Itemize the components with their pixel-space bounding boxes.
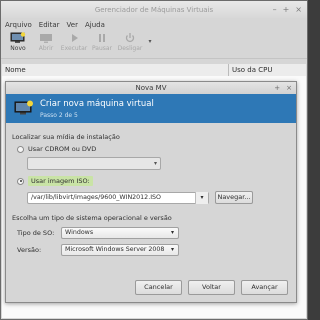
chevron-down-icon: ▾ bbox=[148, 38, 152, 45]
column-name[interactable]: Nome bbox=[2, 64, 229, 76]
minimize-icon[interactable]: – bbox=[273, 5, 277, 14]
wizard-heading: Criar nova máquina virtual bbox=[40, 98, 154, 109]
cdrom-radio[interactable]: Usar CDROM ou DVD bbox=[17, 145, 290, 153]
wizard-banner: Criar nova máquina virtual Passo 2 de 5 bbox=[6, 94, 296, 123]
open-monitor-icon bbox=[38, 32, 54, 43]
play-icon bbox=[66, 32, 82, 43]
cdrom-radio-indicator[interactable] bbox=[17, 145, 24, 153]
iso-radio[interactable]: Usar imagem ISO: bbox=[17, 176, 290, 186]
menu-arquivo[interactable]: Arquivo bbox=[5, 21, 32, 29]
cdrom-radio-label: Usar CDROM ou DVD bbox=[28, 145, 97, 153]
pause-icon bbox=[94, 32, 110, 43]
dialog-titlebar: Nova MV + × bbox=[6, 82, 296, 94]
dialog-close-icon[interactable]: × bbox=[286, 82, 292, 94]
back-button[interactable]: Voltar bbox=[188, 280, 235, 295]
open-label: Abrir bbox=[38, 45, 54, 52]
shutdown-button[interactable]: Desligar bbox=[117, 31, 143, 52]
pause-label: Pausar bbox=[91, 45, 113, 52]
install-media-section-title: Localizar sua mídia de instalação bbox=[12, 133, 120, 141]
chevron-down-icon[interactable]: ▾ bbox=[195, 191, 208, 204]
run-button[interactable]: Executar bbox=[61, 31, 87, 52]
browse-button[interactable]: Navegar... bbox=[215, 191, 253, 204]
new-vm-button[interactable]: Novo bbox=[5, 31, 31, 52]
version-select[interactable]: Microsoft Windows Server 2008 ▾ bbox=[61, 244, 179, 256]
window-title: Gerenciador de Máquinas Virtuais bbox=[94, 5, 214, 14]
wizard-step: Passo 2 de 5 bbox=[40, 111, 78, 119]
vm-list-header: Nome Uso da CPU bbox=[2, 64, 306, 76]
toolbar: Novo Abrir Executar Pausar Desligar ▾ bbox=[1, 31, 307, 59]
window-titlebar: Gerenciador de Máquinas Virtuais – + × bbox=[1, 1, 307, 18]
shutdown-label: Desligar bbox=[117, 45, 143, 52]
dialog-maximize-icon[interactable]: + bbox=[274, 82, 280, 94]
pause-button[interactable]: Pausar bbox=[89, 31, 115, 52]
os-section-title: Escolha um tipo de sistema operacional e… bbox=[12, 214, 172, 222]
cancel-button[interactable]: Cancelar bbox=[135, 280, 182, 295]
version-value: Microsoft Windows Server 2008 bbox=[65, 246, 165, 253]
version-label: Versão: bbox=[17, 246, 42, 254]
new-vm-dialog: Nova MV + × Criar nova máquina virtual P… bbox=[5, 81, 297, 303]
chevron-down-icon: ▾ bbox=[153, 160, 157, 167]
monitor-icon bbox=[10, 31, 26, 43]
power-icon bbox=[122, 32, 138, 43]
maximize-icon[interactable]: + bbox=[283, 5, 290, 14]
column-cpu[interactable]: Uso da CPU bbox=[229, 64, 306, 76]
iso-radio-label: Usar imagem ISO: bbox=[28, 176, 93, 186]
chevron-down-icon: ▾ bbox=[170, 229, 174, 236]
shutdown-dropdown-button[interactable]: ▾ bbox=[145, 31, 155, 45]
cdrom-device-combo[interactable]: ▾ bbox=[27, 157, 161, 170]
chevron-down-icon: ▾ bbox=[170, 246, 174, 253]
close-icon[interactable]: × bbox=[295, 5, 302, 14]
os-type-label: Tipo de SO: bbox=[17, 229, 55, 237]
menu-ajuda[interactable]: Ajuda bbox=[85, 21, 105, 29]
menubar: Arquivo Editar Ver Ajuda bbox=[1, 18, 307, 31]
new-vm-label: Novo bbox=[10, 45, 26, 52]
iso-path-field[interactable]: /var/lib/libvirt/images/9600_WIN2012.ISO… bbox=[27, 191, 209, 204]
forward-button[interactable]: Avançar bbox=[241, 280, 288, 295]
os-type-select[interactable]: Windows ▾ bbox=[61, 227, 179, 239]
iso-path-value: /var/lib/libvirt/images/9600_WIN2012.ISO bbox=[31, 193, 162, 201]
menu-editar[interactable]: Editar bbox=[39, 21, 60, 29]
monitor-icon bbox=[14, 100, 34, 118]
run-label: Executar bbox=[60, 45, 88, 52]
dialog-title: Nova MV bbox=[135, 84, 167, 92]
iso-radio-indicator[interactable] bbox=[17, 177, 24, 185]
os-type-value: Windows bbox=[65, 229, 94, 236]
open-button[interactable]: Abrir bbox=[33, 31, 59, 52]
menu-ver[interactable]: Ver bbox=[67, 21, 78, 29]
